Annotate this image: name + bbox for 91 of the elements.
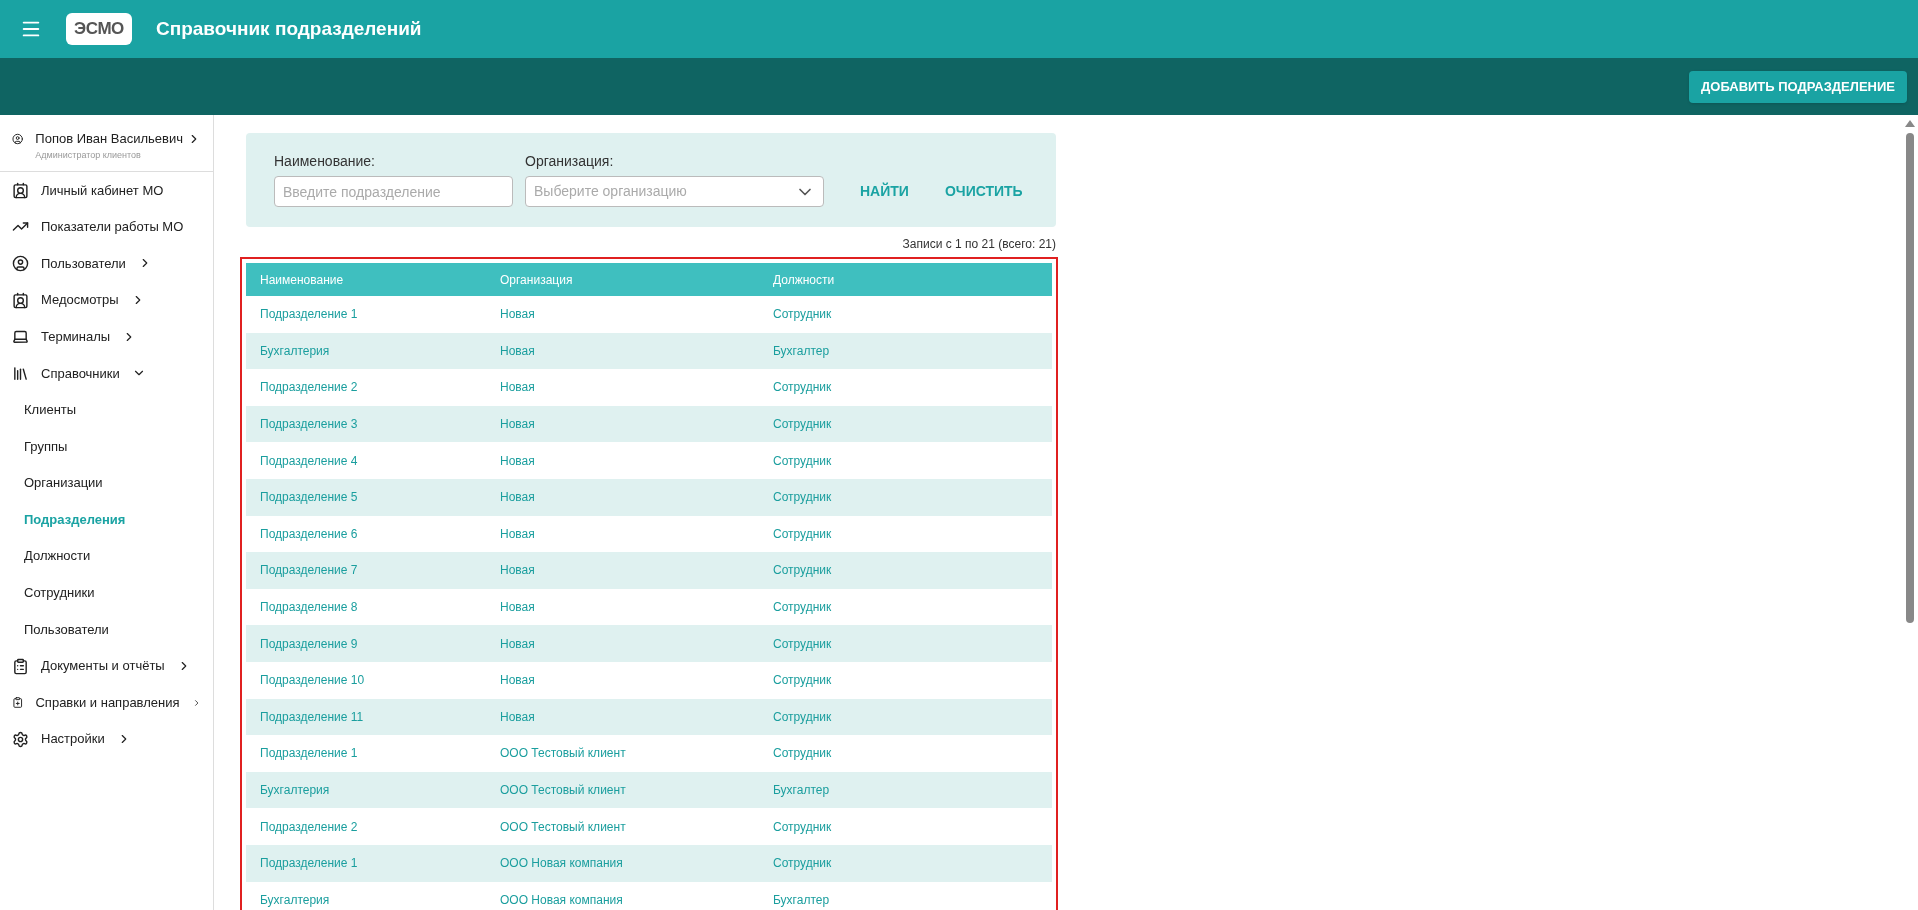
- table-cell-link[interactable]: Сотрудник: [773, 488, 1038, 507]
- table-cell-link[interactable]: Новая: [500, 671, 773, 690]
- clipboard-icon: [12, 657, 29, 675]
- nav-item[interactable]: Показатели работы МО: [41, 217, 184, 237]
- table-cell-link[interactable]: Новая: [500, 634, 773, 653]
- column-header[interactable]: Наименование: [260, 270, 500, 289]
- user-role: Администратор клиентов: [35, 148, 142, 162]
- table-cell-link[interactable]: Подразделение 1: [260, 854, 500, 873]
- table-cell-link[interactable]: Сотрудник: [773, 561, 1038, 580]
- nav-item[interactable]: Справочники: [41, 363, 120, 383]
- table-cell-link[interactable]: ООО Тестовый клиент: [500, 744, 773, 763]
- table-cell-link[interactable]: Сотрудник: [773, 378, 1038, 397]
- records-count: Записи с 1 по 21 (всего: 21): [902, 236, 1056, 253]
- laptop-icon: [12, 328, 29, 346]
- nav-item[interactable]: Медосмотры: [41, 290, 119, 310]
- table-cell-link[interactable]: Новая: [500, 415, 773, 434]
- table-cell-link[interactable]: Подразделение 5: [260, 488, 500, 507]
- nav-subitem[interactable]: Группы: [24, 436, 68, 457]
- table-cell-link[interactable]: Новая: [500, 451, 773, 470]
- table-cell-link[interactable]: Сотрудник: [773, 305, 1038, 324]
- badge-icon: [12, 291, 29, 309]
- nav-item[interactable]: Пользователи: [41, 253, 126, 274]
- nav-item[interactable]: Настройки: [41, 729, 105, 749]
- nav-subitem[interactable]: Организации: [24, 473, 103, 493]
- table-cell-link[interactable]: Бухгалтерия: [260, 890, 500, 909]
- nav-item[interactable]: Справки и направления: [35, 692, 180, 713]
- table-cell-link[interactable]: Сотрудник: [773, 707, 1038, 726]
- table-cell-link[interactable]: Подразделение 9: [260, 634, 500, 653]
- table-cell-link[interactable]: Новая: [500, 524, 773, 543]
- nav-item[interactable]: Терминалы: [41, 326, 111, 347]
- user-name[interactable]: Попов Иван Васильевич: [35, 129, 183, 149]
- table-cell-link[interactable]: Бухгалтерия: [260, 341, 500, 360]
- table-cell-link[interactable]: Подразделение 1: [260, 744, 500, 763]
- organization-select[interactable]: Выберите организацию: [525, 176, 824, 207]
- table-cell-link[interactable]: Бухгалтер: [773, 781, 1038, 799]
- table-cell-link[interactable]: Новая: [500, 378, 773, 397]
- table-cell-link[interactable]: Сотрудник: [773, 744, 1038, 763]
- column-header[interactable]: Организация: [500, 270, 773, 289]
- table-cell-link[interactable]: ООО Тестовый клиент: [500, 817, 773, 836]
- table-cell-link[interactable]: Сотрудник: [773, 415, 1038, 434]
- table-cell-link[interactable]: Новая: [500, 488, 773, 507]
- table-cell-link[interactable]: Подразделение 2: [260, 817, 500, 836]
- table-cell-link[interactable]: Подразделение 10: [260, 671, 500, 690]
- nav-item[interactable]: Документы и отчёты: [41, 656, 165, 676]
- table-cell-link[interactable]: Сотрудник: [773, 634, 1038, 653]
- table-cell-link[interactable]: Новая: [500, 341, 773, 360]
- gear-icon: [12, 730, 29, 748]
- column-header[interactable]: Должности: [773, 270, 1038, 289]
- clear-button[interactable]: ОЧИСТИТЬ: [936, 176, 1031, 207]
- table-cell-link[interactable]: Сотрудник: [773, 451, 1038, 470]
- user-circle-icon: [12, 255, 29, 272]
- table-cell-link[interactable]: ООО Новая компания: [500, 890, 773, 909]
- table-cell-link[interactable]: Бухгалтер: [773, 890, 1038, 909]
- field-label: Наименование:: [274, 152, 376, 171]
- table-cell-link[interactable]: Новая: [500, 561, 773, 580]
- table-cell-link[interactable]: Новая: [500, 707, 773, 726]
- table-cell-link[interactable]: Подразделение 3: [260, 415, 500, 434]
- table-cell-link[interactable]: Новая: [500, 598, 773, 617]
- name-input-field[interactable]: Введите подразделение: [274, 176, 513, 207]
- table-cell-link[interactable]: Сотрудник: [773, 598, 1038, 617]
- table-cell-link[interactable]: Бухгалтер: [773, 341, 1038, 360]
- add-department-button[interactable]: ДОБАВИТЬ ПОДРАЗДЕЛЕНИЕ: [1689, 70, 1907, 103]
- table-cell-link[interactable]: Сотрудник: [773, 817, 1038, 836]
- table-cell-link[interactable]: Подразделение 6: [260, 524, 500, 543]
- table-cell-link[interactable]: Подразделение 2: [260, 378, 500, 397]
- nav-subitem[interactable]: Подразделения: [24, 509, 126, 530]
- find-button[interactable]: НАЙТИ: [844, 176, 925, 207]
- field-label: Организация:: [525, 152, 615, 171]
- books-icon: [12, 364, 29, 382]
- scrollbar-thumb[interactable]: [1906, 133, 1914, 623]
- table-cell-link[interactable]: Сотрудник: [773, 854, 1038, 873]
- table-cell-link[interactable]: ООО Новая компания: [500, 854, 773, 873]
- table-cell-link[interactable]: Подразделение 7: [260, 561, 500, 580]
- table-cell-link[interactable]: Сотрудник: [773, 524, 1038, 543]
- table-cell-link[interactable]: Подразделение 1: [260, 305, 500, 324]
- table-cell-link[interactable]: Подразделение 8: [260, 598, 500, 617]
- nav-subitem[interactable]: Пользователи: [24, 619, 109, 640]
- logo: ЭСМО: [66, 13, 132, 45]
- nav-subitem[interactable]: Сотрудники: [24, 583, 95, 603]
- scroll-up-arrow-icon[interactable]: [1905, 119, 1915, 127]
- nav-item[interactable]: Личный кабинет МО: [41, 180, 164, 201]
- table-cell-link[interactable]: Новая: [500, 305, 773, 324]
- nav-subitem[interactable]: Клиенты: [24, 400, 77, 420]
- table-cell-link[interactable]: Подразделение 11: [260, 707, 500, 726]
- badge-icon: [12, 181, 29, 199]
- table-cell-link[interactable]: Подразделение 4: [260, 451, 500, 470]
- table-cell-link[interactable]: Сотрудник: [773, 671, 1038, 690]
- table-cell-link[interactable]: ООО Тестовый клиент: [500, 781, 773, 799]
- nav-subitem[interactable]: Должности: [24, 546, 91, 566]
- page-title: Справочник подразделений: [156, 16, 422, 41]
- table-cell-link[interactable]: Бухгалтерия: [260, 781, 500, 799]
